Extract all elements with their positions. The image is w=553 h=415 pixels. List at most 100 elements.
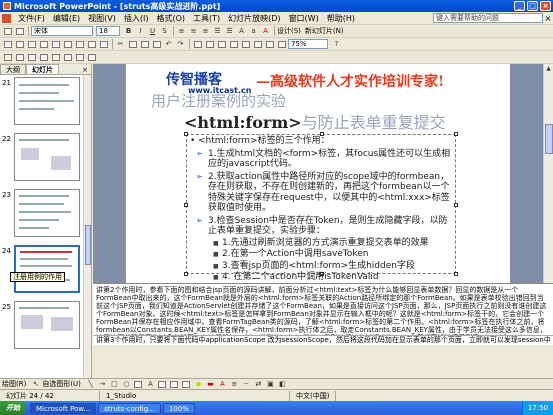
tool-icon-6[interactable] <box>62 52 73 62</box>
help-icon[interactable]: ? <box>331 39 342 49</box>
thumbnail-scrollbar[interactable] <box>83 75 91 378</box>
resize-handle[interactable] <box>454 203 458 207</box>
slide-thumbnail[interactable]: 22 <box>2 133 82 183</box>
arrow-icon[interactable]: → <box>97 379 108 389</box>
clipart-icon[interactable] <box>169 379 180 389</box>
slide-thumbnail[interactable]: 25 <box>2 301 82 351</box>
fill-color-icon[interactable]: ◆ <box>193 379 204 389</box>
tool-icon-8[interactable] <box>86 52 97 62</box>
menu-window[interactable]: 窗口(W) <box>285 13 323 24</box>
font-size-select[interactable]: 18 <box>96 26 120 36</box>
tool-icon-3[interactable] <box>26 52 37 62</box>
tables-borders-icon[interactable] <box>216 39 227 49</box>
taskbar-item-zoom[interactable]: 100% <box>162 402 195 414</box>
font-color-icon[interactable]: A <box>260 26 271 36</box>
format-painter-icon[interactable] <box>151 39 162 49</box>
zoom-select[interactable]: 75% <box>288 39 328 49</box>
help-search-input[interactable]: 键入需要帮助的问题 <box>433 13 543 23</box>
slide-thumbnail[interactable]: 23 <box>2 189 82 239</box>
grid-icon[interactable] <box>264 39 275 49</box>
tool-icon-2[interactable] <box>14 52 25 62</box>
menu-help[interactable]: 帮助(H) <box>323 13 359 24</box>
tab-outline[interactable]: 大纲 <box>0 64 26 74</box>
minimize-button[interactable]: _ <box>514 1 525 11</box>
close-document-icon[interactable]: × <box>543 14 553 23</box>
underline-button[interactable]: U <box>147 26 158 36</box>
align-center-icon[interactable]: ≡ <box>188 26 199 36</box>
paste-icon[interactable] <box>139 39 150 49</box>
rectangle-icon[interactable]: □ <box>109 379 120 389</box>
resize-handle[interactable] <box>184 203 188 207</box>
line-icon[interactable]: ╲ <box>85 379 96 389</box>
print-icon[interactable] <box>62 39 73 49</box>
select-arrow-icon[interactable]: ↖ <box>30 379 41 389</box>
3d-style-icon[interactable]: ◧ <box>277 379 288 389</box>
scroll-up-icon[interactable]: ▲ <box>544 64 553 74</box>
tab-slides[interactable]: 幻灯片 <box>26 64 59 74</box>
scrollbar-thumb[interactable] <box>85 225 91 265</box>
menu-edit[interactable]: 编辑(E) <box>49 13 84 24</box>
redo-icon[interactable]: ↷ <box>175 39 186 49</box>
menu-tools[interactable]: 工具(T) <box>189 13 224 24</box>
open-icon[interactable] <box>2 26 13 36</box>
picture-icon[interactable] <box>181 379 192 389</box>
permission-icon[interactable] <box>38 39 49 49</box>
document-icon[interactable] <box>2 13 11 23</box>
new-icon[interactable] <box>2 39 13 49</box>
autoshapes-button[interactable]: 自选图形(U) <box>42 379 81 389</box>
taskbar-item-powerpoint[interactable]: Microsoft Pow... <box>30 402 97 414</box>
insert-table-icon[interactable] <box>204 39 215 49</box>
align-left-icon[interactable]: ≡ <box>176 26 187 36</box>
menu-view[interactable]: 视图(V) <box>84 13 120 24</box>
bold-button[interactable]: B <box>123 26 134 36</box>
shadow-button[interactable]: S <box>159 26 170 36</box>
undo-icon[interactable]: ↶ <box>163 39 174 49</box>
textbox-icon[interactable] <box>133 379 144 389</box>
line-style-icon[interactable]: ≡ <box>229 379 240 389</box>
email-icon[interactable] <box>50 39 61 49</box>
slide-scrollbar[interactable]: ▲ <box>543 64 553 283</box>
taskbar-item-struts[interactable]: struts-config... <box>98 402 161 414</box>
spelling-icon[interactable] <box>86 39 97 49</box>
show-formatting-icon[interactable] <box>252 39 263 49</box>
tool-icon-5[interactable] <box>50 52 61 62</box>
dash-style-icon[interactable]: ┄ <box>241 379 252 389</box>
insert-hyperlink-icon[interactable] <box>228 39 239 49</box>
arrow-style-icon[interactable]: ⇄ <box>253 379 264 389</box>
slide-thumbnail[interactable]: 21 <box>2 77 82 127</box>
research-icon[interactable] <box>98 39 109 49</box>
diagram-icon[interactable] <box>157 379 168 389</box>
color-grayscale-icon[interactable] <box>276 39 287 49</box>
numbering-icon[interactable]: ☰ <box>212 26 223 36</box>
close-button[interactable]: × <box>540 1 551 11</box>
menu-insert[interactable]: 插入(I) <box>120 13 153 24</box>
slide-thumbnail-selected[interactable]: 24 <box>2 245 82 295</box>
open-folder-icon[interactable] <box>14 39 25 49</box>
increase-font-icon[interactable]: A <box>236 26 247 36</box>
print-preview-icon[interactable] <box>74 39 85 49</box>
design-button[interactable]: 设计(S) <box>277 26 301 36</box>
cut-icon[interactable]: ✂ <box>115 39 126 49</box>
copy-icon[interactable] <box>127 39 138 49</box>
align-right-icon[interactable]: ≡ <box>200 26 211 36</box>
wordart-icon[interactable]: A <box>145 379 156 389</box>
resize-handle[interactable] <box>454 272 458 276</box>
scrollbar-thumb[interactable] <box>545 124 553 154</box>
decrease-font-icon[interactable]: a <box>248 26 259 36</box>
new-slide-button[interactable]: 新幻灯片(N) <box>305 26 344 36</box>
bullets-icon[interactable]: ☰ <box>224 26 235 36</box>
shadow-style-icon[interactable]: ▣ <box>265 379 276 389</box>
insert-chart-icon[interactable] <box>192 39 203 49</box>
font-color-draw-icon[interactable]: A <box>217 379 228 389</box>
italic-button[interactable]: I <box>135 26 146 36</box>
font-name-select[interactable]: 宋体 <box>31 26 93 36</box>
slide-title[interactable]: <html:form>与防止表单重复提交 <box>184 109 446 133</box>
save-icon[interactable] <box>14 26 25 36</box>
resize-handle[interactable] <box>454 132 458 136</box>
resize-handle[interactable] <box>184 272 188 276</box>
menu-file[interactable]: 文件(F) <box>14 13 49 24</box>
notes-pane[interactable]: 讲第2个作用时，参看下面的图和结合jsp页面的源码讲解，前面分析过<html:t… <box>93 283 553 335</box>
menu-slideshow[interactable]: 幻灯片放映(D) <box>224 13 284 24</box>
maximize-button[interactable]: □ <box>527 1 538 11</box>
tool-icon-7[interactable] <box>74 52 85 62</box>
